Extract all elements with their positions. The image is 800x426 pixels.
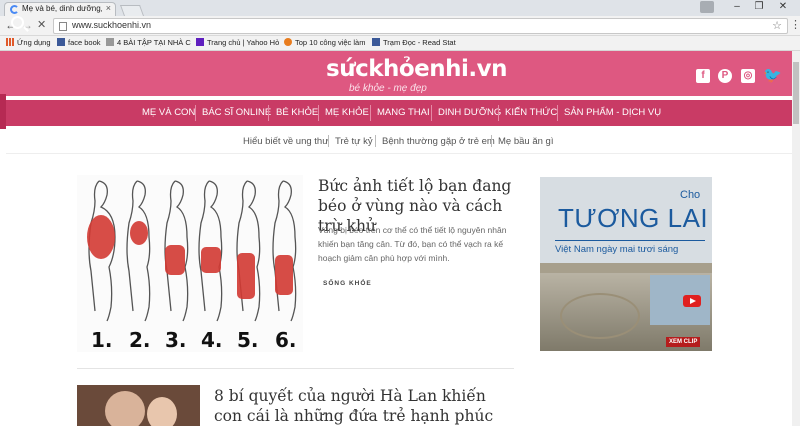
tab-title: Mẹ và bé, dinh dưỡng, m — [22, 4, 102, 13]
search-icon[interactable] — [11, 16, 24, 29]
subnav-tre-tu-ky[interactable]: Trẻ tự kỷ — [335, 136, 373, 147]
close-window-button[interactable]: ✕ — [776, 1, 790, 12]
nav-be-khoe[interactable]: BÉ KHỎE — [276, 107, 318, 118]
main-nav: MẸ VÀ CON BÁC SĨ ONLINE BÉ KHỎE MẸ KHỎE … — [6, 100, 794, 126]
browser-tab-bar: Mẹ và bé, dinh dưỡng, m × – ❐ ✕ — [0, 0, 800, 16]
subnav-separator — [328, 135, 329, 147]
ad-rule — [555, 240, 705, 241]
child-face-image — [105, 391, 145, 426]
page-bookmark-icon — [106, 38, 114, 46]
address-bar[interactable]: www.suckhoenhi.vn ☆ — [53, 18, 788, 34]
bookmark-tram-doc[interactable]: Trạm Đọc - Read Stat — [372, 38, 456, 47]
article-description: Vùng bị béo trên cơ thể có thể tiết lộ n… — [318, 225, 507, 263]
restore-button[interactable]: ❐ — [752, 1, 766, 12]
ad-subtitle: Việt Nam ngày mai tươi sáng — [555, 244, 679, 255]
subnav-benh-thuong-gap[interactable]: Bệnh thường gặp ở trẻ em — [382, 136, 495, 147]
nav-mang-thai[interactable]: MANG THAI — [377, 107, 430, 118]
bookmark-bai-tap[interactable]: 4 BÀI TẬP TẠI NHÀ C — [106, 38, 191, 47]
nav-me-va-con[interactable]: MẸ VÀ CON — [142, 107, 195, 118]
figure-number: 3. — [165, 328, 187, 352]
body-shapes-illustration: 1. 2. 3. 4. 5. 6. — [87, 180, 297, 352]
stop-loading-button[interactable]: ✕ — [37, 18, 46, 31]
user-profile-icon[interactable] — [700, 1, 714, 13]
figure-number: 6. — [275, 328, 297, 352]
bookmark-apps[interactable]: Ứng dụng — [6, 38, 51, 47]
bookmark-facebook[interactable]: face book — [57, 38, 101, 47]
ad-title: TƯƠNG LAI — [558, 203, 709, 233]
article-thumbnail[interactable] — [77, 385, 200, 426]
nav-me-khoe[interactable]: MẸ KHỎE — [325, 107, 369, 118]
site-tagline: bé khỏe - mẹ đẹp — [349, 83, 427, 94]
nav-separator — [431, 105, 432, 121]
instagram-icon[interactable]: ◎ — [741, 69, 755, 83]
figure-number: 4. — [201, 328, 223, 352]
nav-separator — [498, 105, 499, 121]
article-divider — [77, 368, 514, 369]
page-icon — [59, 22, 67, 31]
apps-grid-icon — [6, 38, 14, 46]
facebook-bookmark-icon — [372, 38, 380, 46]
sun-icon — [284, 38, 292, 46]
subnav-me-bau-an-gi[interactable]: Mẹ bầu ăn gì — [498, 136, 553, 147]
nav-separator — [557, 105, 558, 121]
yahoo-icon — [196, 38, 204, 46]
tab-close-icon[interactable]: × — [106, 3, 111, 13]
facebook-bookmark-icon — [57, 38, 65, 46]
ad-pretitle: Cho — [680, 189, 701, 201]
figure-number: 5. — [237, 328, 259, 352]
bookmark-yahoo[interactable]: Trang chủ | Yahoo Hỏ — [196, 38, 279, 47]
browser-toolbar: ← → ✕ www.suckhoenhi.vn ☆ ⋮ — [0, 16, 800, 36]
ad-banner[interactable]: Cho TƯƠNG LAI Việt Nam ngày mai tươi sán… — [540, 177, 712, 351]
nav-separator — [268, 105, 269, 121]
article-category[interactable]: SỐNG KHỎE — [323, 280, 372, 287]
article-thumbnail[interactable]: 1. 2. 3. 4. 5. 6. — [77, 175, 303, 352]
facebook-icon[interactable]: f — [696, 69, 710, 83]
nav-separator — [318, 105, 319, 121]
loading-spinner-icon — [10, 5, 19, 14]
subnav-separator — [375, 135, 376, 147]
child-face-image — [147, 397, 177, 426]
nav-bac-si-online[interactable]: BÁC SĨ ONLINE — [202, 107, 271, 118]
twitter-icon[interactable]: 🐦 — [763, 68, 782, 83]
nav-dinh-duong[interactable]: DINH DƯỠNG — [438, 107, 501, 118]
ad-cta-button[interactable]: XEM CLIP — [666, 337, 701, 347]
browser-tab[interactable]: Mẹ và bé, dinh dưỡng, m × — [4, 2, 116, 16]
nav-separator — [370, 105, 371, 121]
scrollbar-thumb[interactable] — [793, 62, 799, 124]
subnav-separator — [491, 135, 492, 147]
subnav-underline — [6, 153, 794, 154]
url-text: www.suckhoenhi.vn — [72, 20, 152, 30]
figure-number: 2. — [129, 328, 151, 352]
nav-san-pham-dich-vu[interactable]: SẢN PHẨM - DỊCH VỤ — [564, 107, 661, 118]
minimize-button[interactable]: – — [730, 1, 744, 12]
bookmarks-bar: Ứng dụng face book 4 BÀI TẬP TẠI NHÀ C T… — [0, 36, 800, 51]
figure-number: 1. — [91, 328, 113, 352]
subnav-hieu-biet-ung-thu[interactable]: Hiểu biết về ung thư — [243, 136, 329, 147]
nav-separator — [195, 105, 196, 121]
bookmark-top10[interactable]: Top 10 công việc làm — [284, 38, 365, 47]
article-title[interactable]: 8 bí quyết của người Hà Lan khiến con cá… — [214, 386, 514, 426]
site-logo[interactable]: sứckhỏenhi.vn — [326, 56, 508, 82]
new-tab-button[interactable] — [119, 5, 145, 16]
play-icon[interactable] — [683, 295, 701, 307]
bookmark-star-icon[interactable]: ☆ — [772, 19, 782, 32]
pinterest-icon[interactable]: P — [718, 69, 732, 83]
browser-menu-icon[interactable]: ⋮ — [790, 18, 800, 31]
nav-kien-thuc[interactable]: KIẾN THỨC — [505, 107, 557, 118]
